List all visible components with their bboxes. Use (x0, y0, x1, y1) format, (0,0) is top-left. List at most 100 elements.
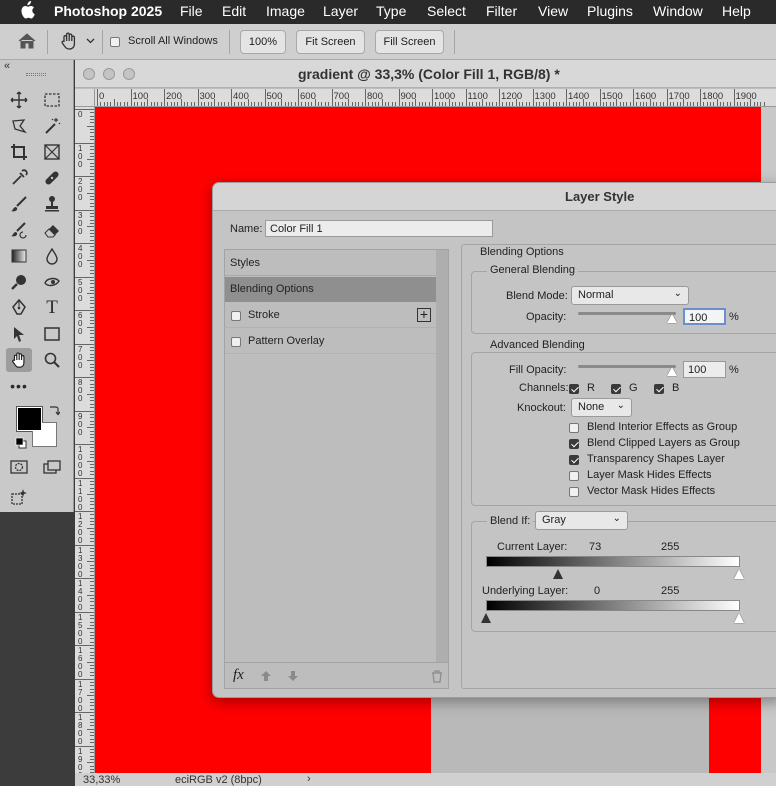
menu-layer[interactable]: Layer (323, 3, 358, 19)
ruler-minor-tick (455, 102, 457, 106)
current-layer-black-slider[interactable] (553, 569, 563, 579)
styles-header-row[interactable]: Styles (225, 250, 436, 276)
horizontal-ruler[interactable]: 0 100 200 300 400 500 600 700 800 900 1000 1100 1200… (95, 89, 776, 107)
lasso-tool-icon[interactable] (8, 115, 30, 137)
smudge-tool-icon[interactable] (41, 271, 63, 293)
drag-handle[interactable] (26, 73, 46, 76)
crop-tool-icon[interactable] (8, 141, 30, 163)
menu-image[interactable]: Image (266, 3, 305, 19)
zoom-window-button[interactable] (123, 68, 135, 80)
app-menu[interactable]: Photoshop 2025 (54, 3, 162, 19)
menu-view[interactable]: View (538, 3, 568, 19)
fill-screen-button[interactable]: Fill Screen (375, 30, 444, 54)
ruler-minor-tick (90, 500, 94, 502)
dodge-tool-icon[interactable] (8, 271, 30, 293)
frame-tool-icon[interactable] (41, 141, 63, 163)
ruler-minor-tick (539, 102, 541, 106)
vertical-ruler[interactable]: 0 100 200 300 400 500 600 700 800 900 1000 1100 1200… (75, 107, 95, 773)
gradient-tool-icon[interactable] (8, 245, 30, 267)
blend-clipped-layers-checkbox[interactable] (569, 438, 579, 450)
quick-mask-icon[interactable] (8, 456, 30, 478)
style-item-blending-options[interactable]: Blending Options (225, 277, 436, 302)
menu-select[interactable]: Select (427, 3, 466, 19)
apple-icon[interactable] (19, 1, 35, 24)
eraser-tool-icon[interactable] (41, 219, 63, 241)
style-item-pattern-overlay[interactable]: Pattern Overlay (225, 328, 436, 354)
ruler-minor-tick (90, 353, 94, 355)
menu-edit[interactable]: Edit (222, 3, 246, 19)
knockout-select[interactable]: None ⌄ (571, 398, 632, 417)
rectangle-tool-icon[interactable] (41, 323, 63, 345)
ruler-minor-tick (234, 102, 236, 106)
ruler-minor-tick (90, 135, 94, 137)
menu-filter[interactable]: Filter (486, 3, 517, 19)
path-selection-tool-icon[interactable] (8, 323, 30, 345)
generative-expand-icon[interactable] (8, 486, 30, 508)
pattern-overlay-checkbox[interactable] (231, 336, 241, 348)
screen-mode-icon[interactable] (41, 456, 63, 478)
more-tools-icon[interactable]: ••• (8, 375, 30, 397)
stroke-checkbox[interactable] (231, 310, 241, 322)
home-icon[interactable] (17, 32, 37, 53)
pen-tool-icon[interactable] (8, 297, 30, 319)
name-input[interactable]: Color Fill 1 (265, 220, 493, 237)
opacity-input[interactable]: 100 (683, 308, 726, 325)
opacity-slider[interactable] (578, 312, 676, 315)
channel-r-checkbox[interactable] (569, 383, 579, 395)
magic-wand-tool-icon[interactable] (41, 115, 63, 137)
transparency-shapes-checkbox[interactable] (569, 454, 579, 466)
current-layer-white-slider[interactable] (734, 569, 744, 579)
fill-opacity-input[interactable]: 100 (683, 361, 726, 378)
move-down-icon[interactable] (287, 670, 299, 685)
opacity-slider-thumb[interactable] (667, 314, 677, 323)
default-colors-icon[interactable] (15, 437, 27, 452)
collapse-panel-icon[interactable]: « (4, 60, 10, 72)
fill-opacity-slider[interactable] (578, 365, 676, 368)
vector-mask-hides-checkbox[interactable] (569, 486, 579, 498)
ruler-minor-tick (351, 102, 353, 106)
channel-b-checkbox[interactable] (654, 383, 664, 395)
zoom-level[interactable]: 33,33% (83, 774, 120, 786)
blur-tool-icon[interactable] (41, 245, 63, 267)
menu-type[interactable]: Type (376, 3, 406, 19)
scroll-all-windows-checkbox[interactable] (110, 36, 120, 48)
blend-interior-effects-checkbox[interactable] (569, 422, 579, 434)
type-tool-icon[interactable]: T (41, 297, 63, 319)
styles-scrollbar[interactable] (436, 250, 448, 662)
style-item-stroke[interactable]: Stroke + (225, 302, 436, 328)
zoom-100-button[interactable]: 100% (240, 30, 286, 54)
minimize-window-button[interactable] (103, 68, 115, 80)
status-menu-arrow[interactable]: › (307, 773, 311, 785)
blend-mode-select[interactable]: Normal ⌄ (571, 286, 689, 305)
channel-g-checkbox[interactable] (611, 383, 621, 395)
ruler-minor-tick (90, 413, 94, 415)
eyedropper-tool-icon[interactable] (8, 167, 30, 189)
ruler-origin[interactable] (75, 89, 95, 107)
add-stroke-icon[interactable]: + (417, 307, 431, 322)
close-window-button[interactable] (83, 68, 95, 80)
chevron-down-icon[interactable] (86, 36, 95, 48)
brush-tool-icon[interactable] (8, 193, 30, 215)
history-brush-tool-icon[interactable] (8, 219, 30, 241)
stamp-tool-icon[interactable] (41, 193, 63, 215)
underlying-layer-black-slider[interactable] (481, 613, 491, 623)
fit-screen-button[interactable]: Fit Screen (296, 30, 365, 54)
hand-tool-icon[interactable] (58, 30, 80, 55)
menu-file[interactable]: File (180, 3, 203, 19)
zoom-tool-icon[interactable] (41, 349, 63, 371)
hand-tool-selected-icon[interactable] (6, 348, 32, 372)
move-up-icon[interactable] (260, 670, 272, 685)
menu-window[interactable]: Window (653, 3, 703, 19)
fx-menu-icon[interactable]: fx (233, 667, 244, 684)
menu-plugins[interactable]: Plugins (587, 3, 633, 19)
healing-brush-tool-icon[interactable] (41, 167, 63, 189)
layer-mask-hides-checkbox[interactable] (569, 470, 579, 482)
menu-help[interactable]: Help (722, 3, 751, 19)
move-tool-icon[interactable] (8, 89, 30, 111)
underlying-layer-white-slider[interactable] (734, 613, 744, 623)
swap-colors-icon[interactable] (48, 404, 61, 419)
blend-if-select[interactable]: Gray ⌄ (535, 511, 628, 530)
fill-opacity-slider-thumb[interactable] (667, 367, 677, 376)
marquee-tool-icon[interactable] (41, 89, 63, 111)
delete-effect-icon[interactable] (431, 670, 443, 686)
